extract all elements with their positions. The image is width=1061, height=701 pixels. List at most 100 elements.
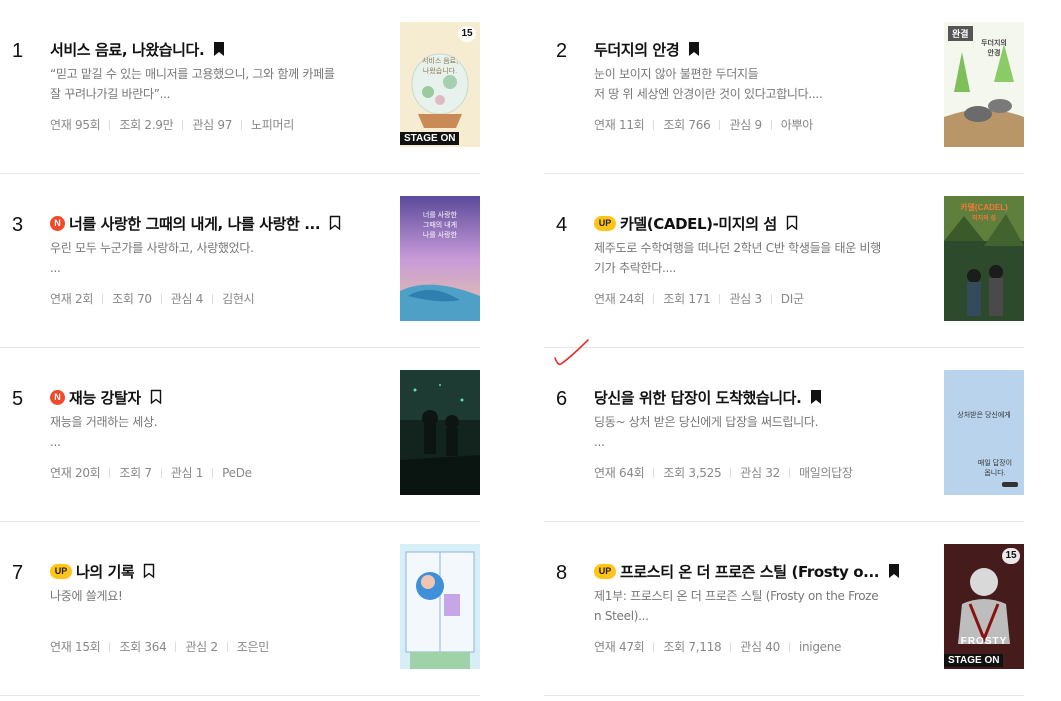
ranking-item[interactable]: 6 당신을 위한 답장이 도착했습니다. 딩동~ 상처 받은 당신에게 답장을 … xyxy=(544,348,1024,522)
bookmark-outline-icon[interactable] xyxy=(149,389,163,405)
webtoon-thumbnail[interactable] xyxy=(400,370,480,495)
view-count: 3,525 xyxy=(688,465,722,480)
webtoon-thumbnail[interactable] xyxy=(400,544,480,669)
serial-label: 연재 xyxy=(594,640,616,654)
interest-label: 관심 xyxy=(170,466,193,480)
ranking-item[interactable]: 8 UP 프로스티 온 더 프로즌 스틸 (Frosty o... 제1부: 프… xyxy=(544,522,1024,696)
divider xyxy=(730,641,732,652)
view-count: 7 xyxy=(144,465,152,480)
webtoon-title[interactable]: 카델(CADEL)-미지의 섬 xyxy=(620,213,777,234)
webtoon-thumbnail[interactable]: 15 서비스 음료, 나왔습니다. STAGE ON xyxy=(400,22,480,147)
ranking-item[interactable]: 2 두더지의 안경 눈이 보이지 않아 불편한 두더지들 저 땅 위 세상엔 안… xyxy=(544,0,1024,174)
rank-number: 5 xyxy=(12,388,24,410)
interest-label: 관심 xyxy=(740,640,762,654)
interest-count: 4 xyxy=(195,291,204,306)
author-name[interactable]: inigene xyxy=(799,640,841,654)
webtoon-thumbnail[interactable]: 상처받은 당신에게 매일 답장이 옵니다. xyxy=(944,370,1024,495)
views-label: 조회 xyxy=(112,292,134,306)
bookmark-outline-icon[interactable] xyxy=(328,215,342,231)
divider xyxy=(175,641,177,652)
bookmark-filled-icon[interactable] xyxy=(212,41,226,57)
interest-label: 관심 xyxy=(185,640,207,654)
title-row: N 너를 사랑한 그때의 내게, 나를 사랑한 ... xyxy=(50,212,384,234)
episode-count: 20회 xyxy=(75,466,101,480)
webtoon-description: 제주도로 수학여행을 떠나던 2학년 C반 학생들을 태운 비행 기가 추락한다… xyxy=(594,238,904,278)
view-count: 766 xyxy=(688,117,711,132)
author-name[interactable]: 조은민 xyxy=(237,638,270,655)
webtoon-description: 딩동~ 상처 받은 당신에게 답장을 써드립니다. ... xyxy=(594,412,904,452)
title-row: 두더지의 안경 xyxy=(594,38,928,60)
author-name[interactable]: 김현시 xyxy=(222,290,255,307)
webtoon-title[interactable]: 너를 사랑한 그때의 내게, 나를 사랑한 ... xyxy=(69,213,320,234)
ranking-item[interactable]: 1 서비스 음료, 나왔습니다. “믿고 맡길 수 있는 매니저를 고용했으니,… xyxy=(0,0,480,174)
webtoon-title[interactable]: 나의 기록 xyxy=(76,561,134,582)
webtoon-description: 우린 모두 누군가를 사랑하고, 사랑했었다. ... xyxy=(50,238,360,278)
webtoon-title[interactable]: 당신을 위한 답장이 도착했습니다. xyxy=(594,387,801,408)
author-name[interactable]: 매일의답장 xyxy=(799,464,853,481)
interest-count: 40 xyxy=(765,639,780,654)
interest-label: 관심 xyxy=(740,466,762,480)
interest-label: 관심 xyxy=(729,292,751,306)
webtoon-meta: 연재 47회 조회 7,118 관심 40 inigene xyxy=(594,638,841,655)
interest-label: 관심 xyxy=(729,118,751,132)
webtoon-meta: 연재 2회 조회 70 관심 4 김현시 xyxy=(50,290,255,307)
views-label: 조회 xyxy=(663,466,685,480)
bookmark-outline-icon[interactable] xyxy=(785,215,799,231)
divider xyxy=(719,293,721,304)
description-line: ... xyxy=(594,435,605,449)
ranking-item[interactable]: 5 N 재능 강탈자 재능을 거래하는 세상. ... 연재 20회 조회 7 … xyxy=(0,348,480,522)
thumbnail-title: 카델(CADEL) 미지의 섬 xyxy=(948,202,1020,222)
author-name[interactable]: PeDe xyxy=(222,466,252,480)
divider xyxy=(109,641,111,652)
thumbnail-title-line: 너를 사랑한 xyxy=(422,212,458,219)
interest-count: 32 xyxy=(765,465,780,480)
interest-label: 관심 xyxy=(170,292,193,306)
ranking-item[interactable]: 3 N 너를 사랑한 그때의 내게, 나를 사랑한 ... 우린 모두 누군가를… xyxy=(0,174,480,348)
description-line: ... xyxy=(50,435,61,449)
interest-count: 1 xyxy=(195,465,204,480)
webtoon-thumbnail[interactable]: 완결 두더지의 안경 xyxy=(944,22,1024,147)
divider xyxy=(653,119,655,130)
webtoon-thumbnail[interactable]: 15 FROSTY STAGE ON xyxy=(944,544,1024,669)
bookmark-outline-icon[interactable] xyxy=(142,563,156,579)
webtoon-title[interactable]: 서비스 음료, 나왔습니다. xyxy=(50,39,204,60)
serial-label: 연재 xyxy=(50,466,72,480)
divider xyxy=(109,119,111,130)
title-row: 서비스 음료, 나왔습니다. xyxy=(50,38,384,60)
divider xyxy=(788,641,790,652)
views-label: 조회 xyxy=(119,640,141,654)
webtoon-description: 나중에 쓸게요! xyxy=(50,586,360,606)
interest-count: 3 xyxy=(754,291,762,306)
rank-number: 6 xyxy=(556,388,568,410)
description-line: 우린 모두 누군가를 사랑하고, 사랑했었다. xyxy=(50,241,254,255)
divider xyxy=(770,293,772,304)
webtoon-title[interactable]: 프로스티 온 더 프로즌 스틸 (Frosty o... xyxy=(620,561,879,582)
interest-count: 9 xyxy=(754,117,762,132)
webtoon-thumbnail[interactable]: 너를 사랑한 그때의 내게 나를 사랑한 xyxy=(400,196,480,321)
ranking-item[interactable]: 4 UP 카델(CADEL)-미지의 섬 제주도로 수학여행을 떠나던 2학년 … xyxy=(544,174,1024,348)
webtoon-title[interactable]: 두더지의 안경 xyxy=(594,39,679,60)
serial-label: 연재 xyxy=(594,466,616,480)
author-name[interactable]: 아뿌아 xyxy=(781,116,814,133)
serial-label: 연재 xyxy=(594,292,616,306)
author-name[interactable]: DI군 xyxy=(781,290,804,307)
title-row: UP 프로스티 온 더 프로즌 스틸 (Frosty o... xyxy=(594,560,928,582)
bookmark-filled-icon[interactable] xyxy=(809,389,823,405)
webtoon-meta: 연재 64회 조회 3,525 관심 32 매일의답장 xyxy=(594,464,853,481)
divider xyxy=(788,467,790,478)
webtoon-title[interactable]: 재능 강탈자 xyxy=(69,387,141,408)
webtoon-thumbnail[interactable]: 카델(CADEL) 미지의 섬 xyxy=(944,196,1024,321)
rank-number: 3 xyxy=(12,214,24,236)
ranking-item[interactable]: 7 UP 나의 기록 나중에 쓸게요! 연재 15회 조회 364 관심 2 조… xyxy=(0,522,480,696)
thumbnail-title-line: 옵니다. xyxy=(984,470,1006,477)
bookmark-filled-icon[interactable] xyxy=(687,41,701,57)
bookmark-filled-icon[interactable] xyxy=(887,563,901,579)
webtoon-description: 재능을 거래하는 세상. ... xyxy=(50,412,360,452)
divider xyxy=(160,467,162,478)
divider xyxy=(102,293,104,304)
thumbnail-title-line: 안경 xyxy=(987,50,1001,57)
view-count: 171 xyxy=(688,291,711,306)
item-divider xyxy=(544,695,1024,696)
view-count: 70 xyxy=(137,291,152,306)
author-name[interactable]: 노피머리 xyxy=(251,116,294,133)
